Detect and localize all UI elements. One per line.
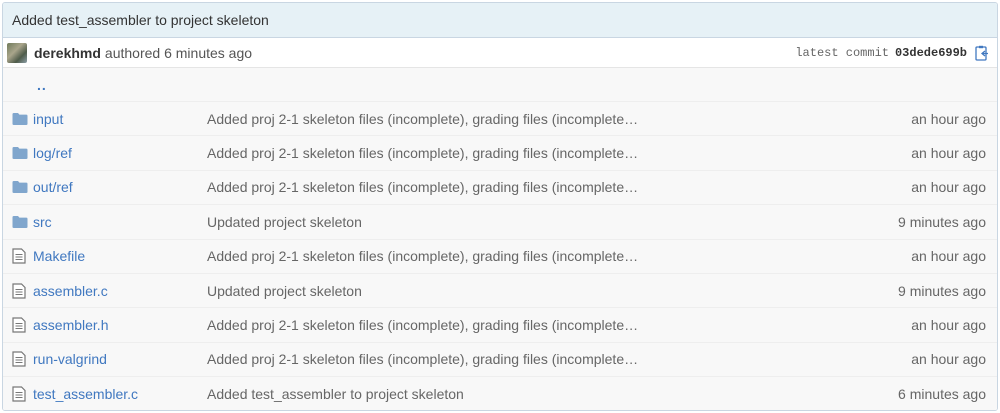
file-row: test_assembler.c Added test_assembler to … xyxy=(3,377,997,410)
file-table: .. input Added proj 2-1 skeleton files (i… xyxy=(3,68,997,410)
commit-age: 9 minutes ago xyxy=(898,282,986,299)
folder-icon xyxy=(3,215,33,229)
file-row: input Added proj 2-1 skeleton files (inco… xyxy=(3,102,997,137)
commit-sha[interactable]: 03dede699b xyxy=(895,46,967,60)
file-name-link[interactable]: src xyxy=(33,214,207,230)
copy-sha-button[interactable] xyxy=(973,43,991,63)
commit-message-link[interactable]: Added proj 2-1 skeleton files (incomplet… xyxy=(207,179,857,195)
commit-age: an hour ago xyxy=(911,145,986,162)
commit-age: an hour ago xyxy=(911,179,986,196)
commit-message-link[interactable]: Added proj 2-1 skeleton files (incomplet… xyxy=(207,351,857,367)
file-row: out/ref Added proj 2-1 skeleton files (in… xyxy=(3,170,997,206)
avatar[interactable] xyxy=(7,42,27,63)
file-icon xyxy=(3,248,33,264)
parent-directory-row[interactable]: .. xyxy=(3,68,997,102)
commit-title-bar: Added test_assembler to project skeleton xyxy=(3,3,997,38)
folder-icon xyxy=(3,112,33,126)
file-row: assembler.c Updated project skeleton 9 min… xyxy=(3,273,997,309)
commit-age: an hour ago xyxy=(911,110,986,127)
file-row: log/ref Added proj 2-1 skeleton files (in… xyxy=(3,136,997,171)
commit-author[interactable]: derekhmd xyxy=(34,45,101,61)
commit-age: an hour ago xyxy=(911,248,986,265)
commit-message-link[interactable]: Updated project skeleton xyxy=(207,214,857,230)
file-name-link[interactable]: assembler.h xyxy=(33,317,207,333)
folder-icon xyxy=(3,146,33,160)
commit-message-link[interactable]: Added proj 2-1 skeleton files (incomplet… xyxy=(207,145,857,161)
file-name-link[interactable]: input xyxy=(33,111,207,127)
clipboard-icon xyxy=(975,45,988,61)
file-name-link[interactable]: Makefile xyxy=(33,248,207,264)
file-row: src Updated project skeleton 9 minutes ago xyxy=(3,205,997,240)
commit-message-link[interactable]: Added proj 2-1 skeleton files (incomplet… xyxy=(207,248,857,264)
commit-message-link[interactable]: Added proj 2-1 skeleton files (incomplet… xyxy=(207,111,857,127)
commit-age: an hour ago xyxy=(911,351,986,368)
file-icon xyxy=(3,317,33,333)
file-name-link[interactable]: assembler.c xyxy=(33,283,207,299)
file-browser: Added test_assembler to project skeleton… xyxy=(2,2,998,411)
commit-message-link[interactable]: Added proj 2-1 skeleton files (incomplet… xyxy=(207,317,857,333)
commit-age: 9 minutes ago xyxy=(898,213,986,230)
file-name-link[interactable]: run-valgrind xyxy=(33,351,207,367)
commit-message[interactable]: Added test_assembler to project skeleton xyxy=(12,12,269,28)
folder-icon xyxy=(3,180,33,194)
commit-age: an hour ago xyxy=(911,317,986,334)
file-icon xyxy=(3,351,33,368)
parent-directory-link[interactable]: .. xyxy=(37,77,47,93)
commit-meta-bar: derekhmd authored 6 minutes ago latest c… xyxy=(3,38,997,68)
commit-message-link[interactable]: Updated project skeleton xyxy=(207,283,857,299)
file-name-link[interactable]: out/ref xyxy=(33,179,207,195)
file-row: assembler.h Added proj 2-1 skeleton files… xyxy=(3,308,997,343)
file-icon xyxy=(3,386,33,402)
latest-commit-label: latest commit xyxy=(795,45,889,60)
file-row: run-valgrind Added proj 2-1 skeleton file… xyxy=(3,342,997,378)
file-name-link[interactable]: test_assembler.c xyxy=(33,386,207,402)
commit-age: 6 minutes ago xyxy=(898,386,986,403)
commit-authored-time: authored 6 minutes ago xyxy=(104,44,253,61)
file-name-link[interactable]: log/ref xyxy=(33,145,207,161)
file-icon xyxy=(3,283,33,299)
commit-message-link[interactable]: Added test_assembler to project skeleton xyxy=(207,386,857,402)
file-row: Makefile Added proj 2-1 skeleton files (i… xyxy=(3,239,997,274)
